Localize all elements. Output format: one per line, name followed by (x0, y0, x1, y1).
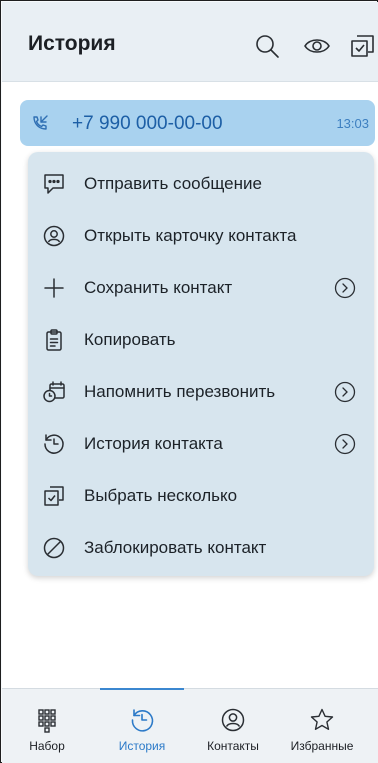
app-frame: История +7 990 000-00-00 13:03 Отправить… (0, 0, 378, 763)
tab-label: Набор (29, 739, 65, 753)
call-log-entry[interactable]: +7 990 000-00-00 13:03 (20, 100, 375, 146)
reminder-icon (42, 380, 66, 404)
tab-contacts[interactable]: Контакты (188, 689, 278, 763)
eye-icon[interactable] (303, 32, 331, 60)
contact-card-icon (42, 224, 66, 248)
tab-history[interactable]: История (97, 689, 187, 763)
menu-item-label: Заблокировать контакт (84, 538, 267, 557)
tab-label: История (118, 739, 166, 753)
incoming-call-icon (30, 113, 50, 133)
menu-item-label: Напомнить перезвонить (84, 382, 276, 401)
menu-item-copy[interactable]: Копировать (28, 314, 374, 366)
menu-item-remind-call-back[interactable]: Напомнить перезвонить (28, 366, 374, 418)
page-title: История (28, 32, 116, 55)
chevron-right-icon (334, 277, 356, 299)
tab-label: Избранные (290, 739, 354, 753)
select-multiple-icon (42, 484, 66, 508)
clipboard-icon (42, 328, 66, 352)
chevron-right-icon (334, 433, 356, 455)
contacts-icon (220, 707, 246, 733)
chevron-right-icon (334, 381, 356, 403)
menu-item-label: Сохранить контакт (84, 278, 233, 297)
menu-item-select-multiple[interactable]: Выбрать несколько (28, 470, 374, 522)
menu-item-label: История контакта (84, 434, 223, 453)
menu-item-save-contact[interactable]: Сохранить контакт (28, 262, 374, 314)
menu-item-open-contact-card[interactable]: Открыть карточку контакта (28, 210, 374, 262)
call-time: 13:03 (336, 116, 369, 131)
search-icon[interactable] (253, 32, 281, 60)
context-menu: Отправить сообщение Открыть карточку кон… (28, 152, 374, 576)
menu-item-label: Выбрать несколько (84, 486, 238, 505)
tab-favorites[interactable]: Избранные (277, 689, 367, 763)
menu-item-label: Отправить сообщение (84, 174, 262, 193)
tab-dialpad[interactable]: Набор (2, 689, 92, 763)
menu-item-label: Открыть карточку контакта (84, 226, 297, 245)
phone-number: +7 990 000-00-00 (72, 113, 223, 134)
menu-item-contact-history[interactable]: История контакта (28, 418, 374, 470)
tab-label: Контакты (207, 739, 259, 753)
select-multiple-icon[interactable] (348, 32, 376, 60)
top-app-bar: История (2, 2, 378, 82)
block-icon (42, 536, 66, 560)
star-icon (309, 707, 335, 733)
bottom-navigation: Набор История Контакты Избранные (2, 688, 378, 763)
menu-item-send-message[interactable]: Отправить сообщение (28, 158, 374, 210)
history-icon (129, 707, 155, 733)
plus-icon (42, 276, 66, 300)
menu-item-block-contact[interactable]: Заблокировать контакт (28, 522, 374, 574)
menu-item-label: Копировать (84, 330, 176, 349)
dialpad-icon (34, 707, 60, 733)
history-icon (42, 432, 66, 456)
message-icon (42, 172, 66, 196)
